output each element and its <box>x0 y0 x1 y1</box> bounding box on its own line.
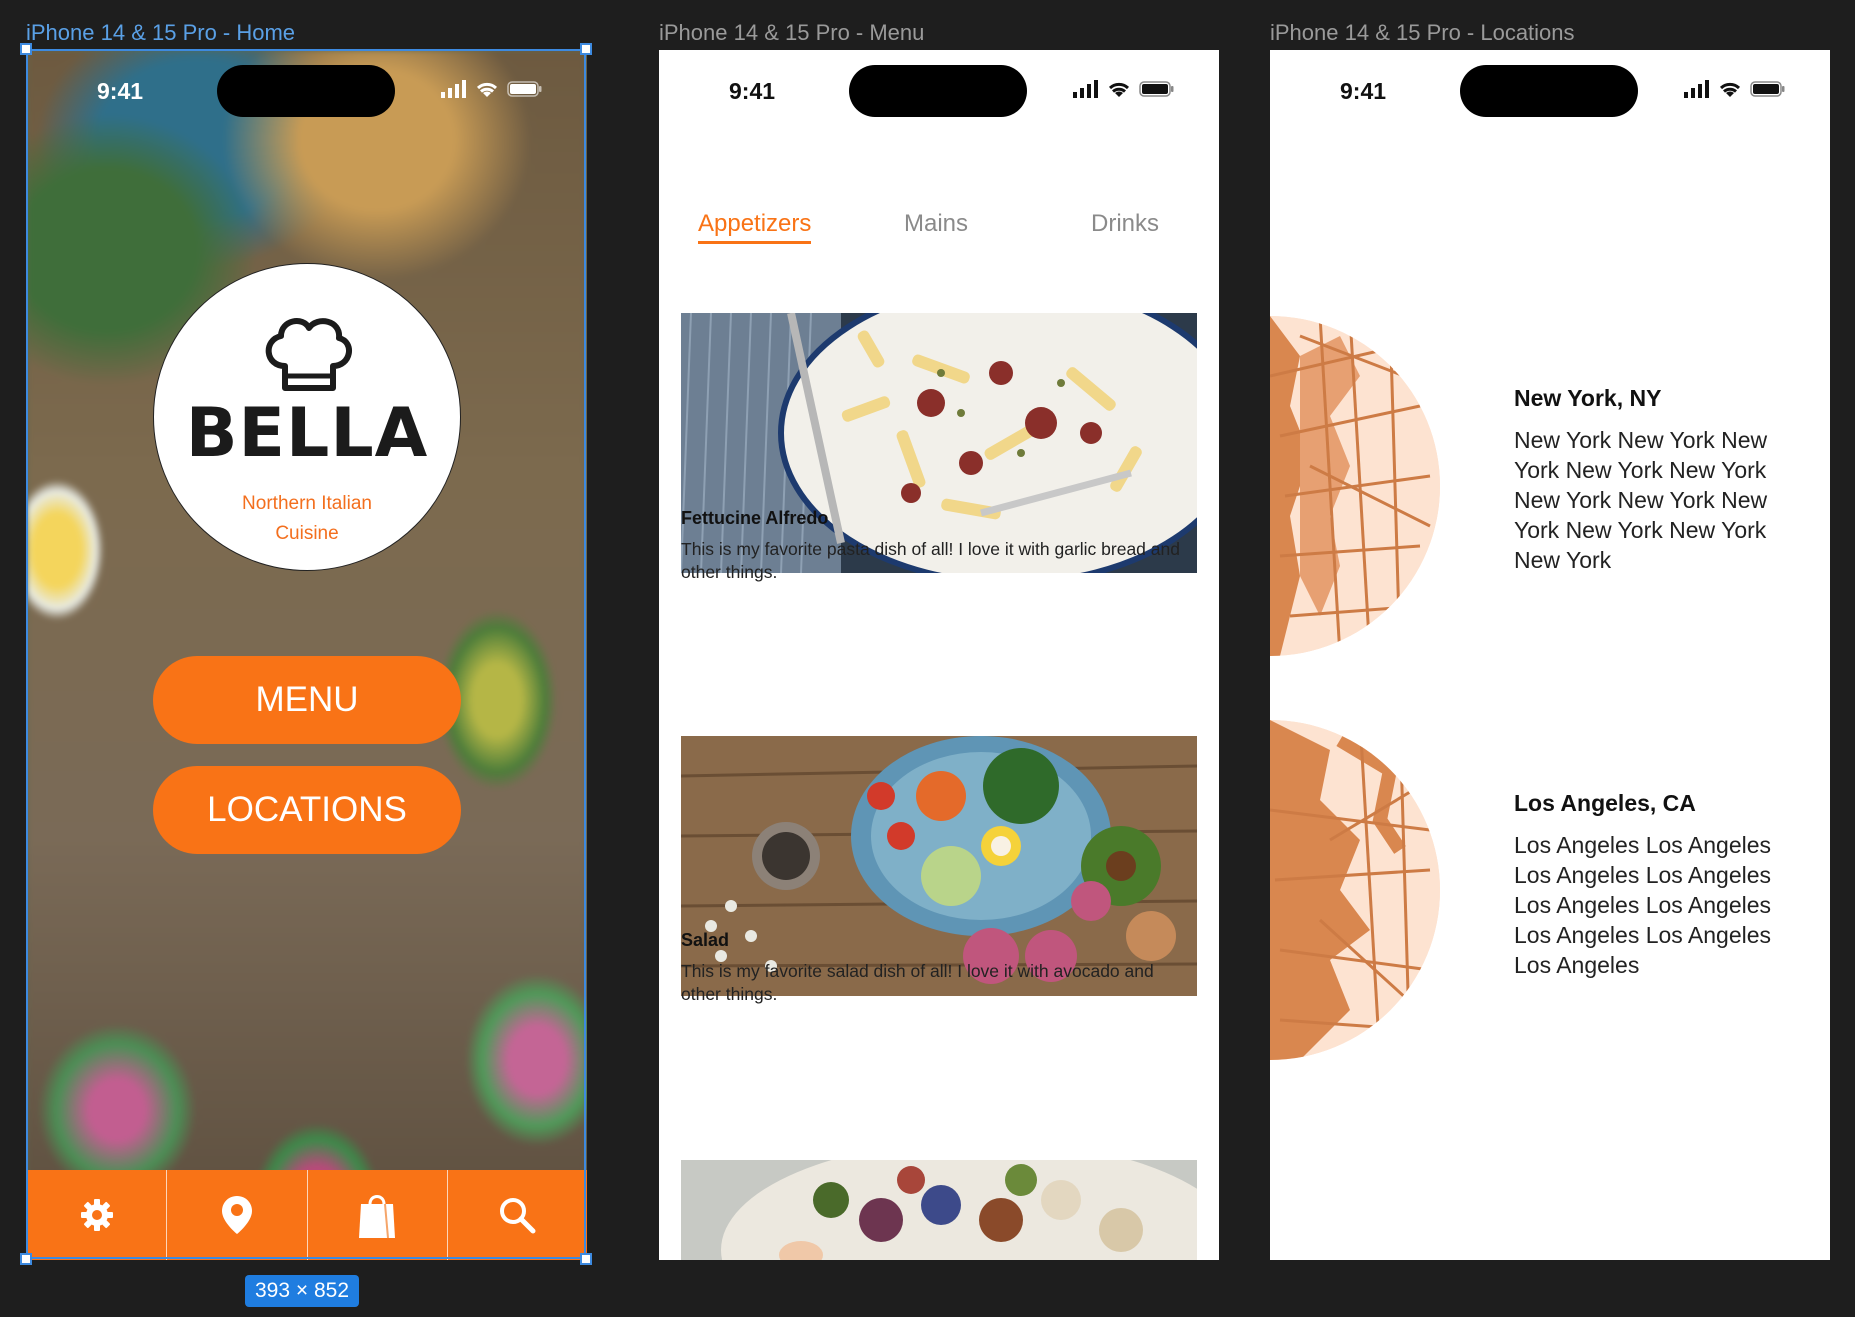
tagline-line-2: Cuisine <box>275 523 339 544</box>
logo-badge: BELLA Northern Italian Cuisine <box>153 263 461 571</box>
frame-label-locations[interactable]: iPhone 14 & 15 Pro - Locations <box>1270 20 1575 46</box>
location-pin-icon <box>221 1196 252 1234</box>
gear-icon <box>80 1199 113 1231</box>
dish-photo-platter[interactable] <box>681 1160 1197 1260</box>
tab-mains[interactable]: Mains <box>904 210 968 238</box>
cellular-signal-icon <box>1684 80 1709 98</box>
dish-description: This is my favorite salad dish of all! I… <box>681 961 1154 1004</box>
wifi-icon <box>1719 82 1741 97</box>
menu-frame[interactable]: 9:41 Appetizers Mains Drinks Fettucine A… <box>659 50 1219 1260</box>
status-bar: 9:41 <box>27 50 587 160</box>
food-background-photo <box>27 50 587 1260</box>
locations-frame[interactable]: 9:41 New York, NY New York New York New … <box>1270 50 1830 1260</box>
frame-size-badge: 393 × 852 <box>245 1275 360 1307</box>
map-new-york[interactable] <box>1270 316 1440 656</box>
tab-settings[interactable] <box>27 1170 168 1260</box>
menu-category-tabs: Appetizers Mains Drinks <box>659 210 1219 260</box>
frame-label-home[interactable]: iPhone 14 & 15 Pro - Home <box>26 20 295 46</box>
resize-handle-bottom-right[interactable] <box>580 1253 592 1265</box>
dish-photo-salad[interactable] <box>681 736 1197 996</box>
location-description: New York New York New York New York New … <box>1514 427 1768 573</box>
location-title: New York, NY <box>1514 385 1662 411</box>
dish-title: Fettucine Alfredo <box>681 508 829 528</box>
resize-handle-top-left[interactable] <box>20 43 32 55</box>
brand-name: BELLA <box>185 394 429 473</box>
bottom-tab-bar <box>27 1170 587 1260</box>
location-title: Los Angeles, CA <box>1514 790 1696 816</box>
dynamic-island <box>849 65 1027 117</box>
resize-handle-top-right[interactable] <box>580 43 592 55</box>
tab-shop[interactable] <box>308 1170 448 1260</box>
dish-description: This is my favorite pasta dish of all! I… <box>681 539 1180 582</box>
status-bar: 9:41 <box>1270 50 1830 160</box>
dish-title: Salad <box>681 930 730 950</box>
shopping-bag-icon <box>359 1195 396 1239</box>
status-time: 9:41 <box>97 78 144 104</box>
tagline: Northern Italian Cuisine <box>214 489 400 549</box>
dynamic-island <box>217 65 395 117</box>
dish-photo-pasta[interactable] <box>681 313 1197 573</box>
status-time: 9:41 <box>1340 78 1387 104</box>
tab-appetizers[interactable]: Appetizers <box>698 210 812 244</box>
map-los-angeles[interactable] <box>1270 720 1440 1060</box>
menu-button[interactable]: MENU <box>153 656 461 744</box>
frame-label-menu[interactable]: iPhone 14 & 15 Pro - Menu <box>659 20 924 46</box>
wifi-icon <box>1108 82 1130 97</box>
tagline-line-1: Northern Italian <box>242 493 372 514</box>
tab-search[interactable] <box>448 1170 587 1260</box>
status-time: 9:41 <box>729 78 776 104</box>
tab-drinks[interactable]: Drinks <box>1091 210 1159 238</box>
battery-icon <box>1750 81 1785 97</box>
wifi-icon <box>476 82 498 97</box>
cellular-signal-icon <box>441 80 466 98</box>
battery-icon <box>507 81 542 97</box>
resize-handle-bottom-left[interactable] <box>20 1253 32 1265</box>
location-description: Los Angeles Los Angeles Los Angeles Los … <box>1514 832 1772 978</box>
battery-icon <box>1139 81 1174 97</box>
cellular-signal-icon <box>1073 80 1098 98</box>
status-bar: 9:41 <box>659 50 1219 160</box>
tab-locations[interactable] <box>167 1170 308 1260</box>
chef-hat-icon <box>265 318 352 391</box>
dynamic-island <box>1460 65 1638 117</box>
locations-button[interactable]: LOCATIONS <box>153 766 461 854</box>
home-frame[interactable]: 9:41 BELLA Northern Italian Cuisine MENU… <box>27 50 587 1260</box>
search-icon <box>500 1198 536 1234</box>
